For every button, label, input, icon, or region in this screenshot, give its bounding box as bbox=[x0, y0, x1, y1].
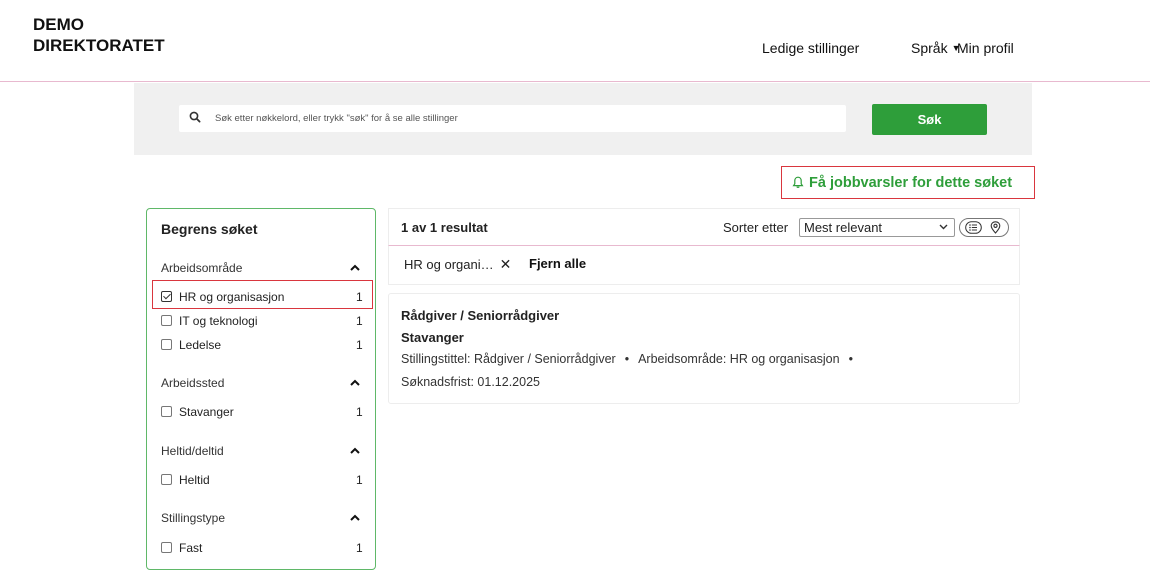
search-box bbox=[179, 105, 846, 132]
filter-group-arbeidssted[interactable]: Arbeidssted bbox=[161, 376, 224, 390]
checkbox[interactable] bbox=[161, 474, 172, 485]
bell-icon bbox=[792, 176, 804, 188]
chevron-up-icon[interactable] bbox=[350, 264, 360, 271]
nav-language-menu[interactable]: Språk ▼ bbox=[911, 40, 961, 56]
separator-dot: • bbox=[848, 352, 853, 366]
sort-select-value: Mest relevant bbox=[804, 220, 883, 235]
job-meta-title: Stillingstittel: Rådgiver / Seniorrådgiv… bbox=[401, 352, 616, 366]
filter-option-count: 1 bbox=[356, 473, 363, 487]
job-deadline: Søknadsfrist: 01.12.2025 bbox=[401, 375, 540, 389]
filter-group-heltid-deltid[interactable]: Heltid/deltid bbox=[161, 444, 224, 458]
filter-option-label: Heltid bbox=[179, 473, 210, 487]
sort-select[interactable]: Mest relevant bbox=[799, 218, 955, 237]
chevron-up-icon[interactable] bbox=[350, 447, 360, 454]
search-input[interactable] bbox=[215, 105, 835, 132]
nav-language-label: Språk bbox=[911, 40, 948, 56]
search-section: Søk bbox=[134, 83, 1032, 155]
separator-dot: • bbox=[624, 352, 630, 366]
job-meta: Stillingstittel: Rådgiver / Seniorrådgiv… bbox=[401, 352, 862, 366]
results-header: 1 av 1 resultat Sorter etter Mest releva… bbox=[388, 208, 1020, 246]
filter-option-stavanger[interactable]: Stavanger 1 bbox=[161, 404, 367, 420]
job-alert-label: Få jobbvarsler for dette søket bbox=[809, 174, 1013, 191]
filter-option-count: 1 bbox=[356, 541, 363, 555]
filter-option-heltid[interactable]: Heltid 1 bbox=[161, 472, 367, 488]
job-location: Stavanger bbox=[401, 330, 464, 345]
filter-panel: Begrens søket Arbeidsområde HR og organi… bbox=[146, 208, 376, 570]
filter-option-count: 1 bbox=[356, 405, 363, 419]
logo-line2: DIREKTORATET bbox=[33, 36, 165, 55]
list-view-icon[interactable] bbox=[965, 221, 982, 234]
filter-option-label: Stavanger bbox=[179, 405, 234, 419]
site-header: DEMO DIREKTORATET Ledige stillinger Språ… bbox=[0, 0, 1150, 82]
result-count: 1 av 1 resultat bbox=[401, 220, 488, 235]
checkbox[interactable] bbox=[161, 315, 172, 326]
filter-title: Begrens søket bbox=[161, 221, 258, 237]
active-filter-chip[interactable]: HR og organi… ✕ bbox=[404, 256, 511, 273]
filter-option-count: 1 bbox=[356, 338, 363, 352]
filter-option-label: Ledelse bbox=[179, 338, 222, 352]
filter-option-it[interactable]: IT og teknologi 1 bbox=[161, 313, 367, 329]
filter-option-fast[interactable]: Fast 1 bbox=[161, 540, 367, 556]
filter-option-label: Fast bbox=[179, 541, 203, 555]
filter-group-arbeidsomrade[interactable]: Arbeidsområde bbox=[161, 261, 242, 275]
chevron-up-icon[interactable] bbox=[350, 379, 360, 386]
active-filters-bar: HR og organi… ✕ Fjern alle bbox=[388, 246, 1020, 285]
search-button[interactable]: Søk bbox=[872, 104, 987, 135]
checkbox[interactable] bbox=[161, 406, 172, 417]
view-toggle bbox=[959, 218, 1009, 237]
job-title[interactable]: Rådgiver / Seniorrådgiver bbox=[401, 308, 559, 323]
active-filter-chip-label: HR og organi… bbox=[404, 257, 494, 272]
clear-all-filters-link[interactable]: Fjern alle bbox=[529, 256, 586, 271]
nav-ledige-stillinger[interactable]: Ledige stillinger bbox=[762, 40, 859, 56]
job-alert-button[interactable]: Få jobbvarsler for dette søket bbox=[781, 166, 1035, 199]
selected-option-highlight bbox=[152, 280, 373, 309]
result-card[interactable]: Rådgiver / Seniorrådgiver Stavanger Stil… bbox=[388, 293, 1020, 404]
filter-option-ledelse[interactable]: Ledelse 1 bbox=[161, 337, 367, 353]
search-icon bbox=[189, 111, 201, 123]
checkbox[interactable] bbox=[161, 339, 172, 350]
filter-option-count: 1 bbox=[356, 314, 363, 328]
chevron-up-icon[interactable] bbox=[350, 514, 360, 521]
filter-group-stillingstype[interactable]: Stillingstype bbox=[161, 511, 225, 525]
filter-option-label: IT og teknologi bbox=[179, 314, 258, 328]
map-pin-icon[interactable] bbox=[990, 221, 1001, 234]
sort-label: Sorter etter bbox=[723, 220, 789, 235]
close-icon[interactable]: ✕ bbox=[500, 256, 512, 272]
checkbox[interactable] bbox=[161, 542, 172, 553]
logo[interactable]: DEMO DIREKTORATET bbox=[33, 14, 165, 56]
chevron-down-icon bbox=[939, 224, 948, 230]
job-meta-area: Arbeidsområde: HR og organisasjon bbox=[638, 352, 840, 366]
logo-line1: DEMO bbox=[33, 15, 84, 34]
nav-min-profil[interactable]: Min profil bbox=[957, 40, 1014, 56]
